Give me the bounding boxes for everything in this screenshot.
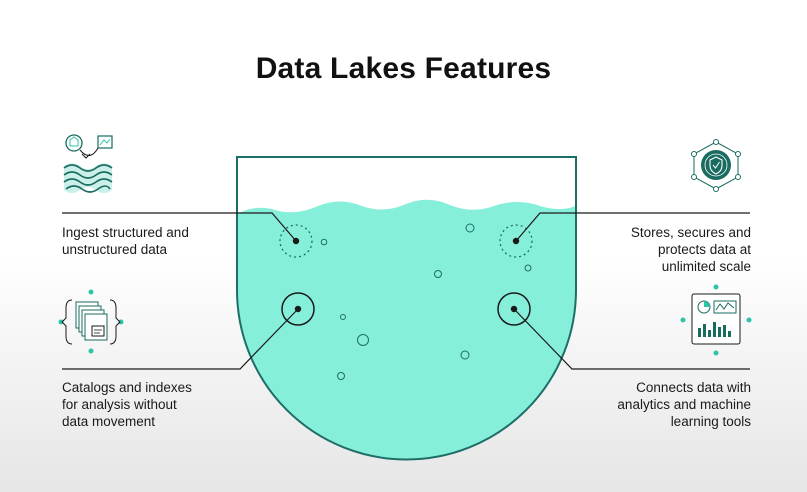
feature-catalogs-line-1: Catalogs and indexes — [62, 380, 192, 395]
security-network-icon — [691, 139, 741, 192]
feature-ingest-line-1: Ingest structured and — [62, 225, 189, 240]
feature-ingest: Ingest structured and unstructured data — [62, 224, 189, 258]
ingest-data-icon — [63, 134, 113, 193]
feature-connects-line-2: analytics and machine — [617, 397, 751, 412]
feature-stores: Stores, secures and protects data at unl… — [631, 224, 751, 275]
feature-connects-line-3: learning tools — [670, 414, 751, 429]
catalog-documents-icon — [58, 289, 124, 354]
feature-connects: Connects data with analytics and machine… — [617, 379, 751, 430]
analytics-dashboard-icon — [680, 284, 752, 356]
feature-stores-line-3: unlimited scale — [661, 259, 751, 274]
feature-catalogs-line-3: data movement — [62, 414, 156, 429]
feature-connects-line-1: Connects data with — [636, 380, 751, 395]
lake-water — [237, 199, 576, 460]
feature-ingest-line-2: unstructured data — [62, 242, 168, 257]
feature-stores-line-1: Stores, secures and — [630, 225, 751, 240]
feature-catalogs-line-2: for analysis without — [62, 397, 177, 412]
feature-catalogs: Catalogs and indexes for analysis withou… — [62, 379, 192, 430]
feature-stores-line-2: protects data at — [657, 242, 751, 257]
